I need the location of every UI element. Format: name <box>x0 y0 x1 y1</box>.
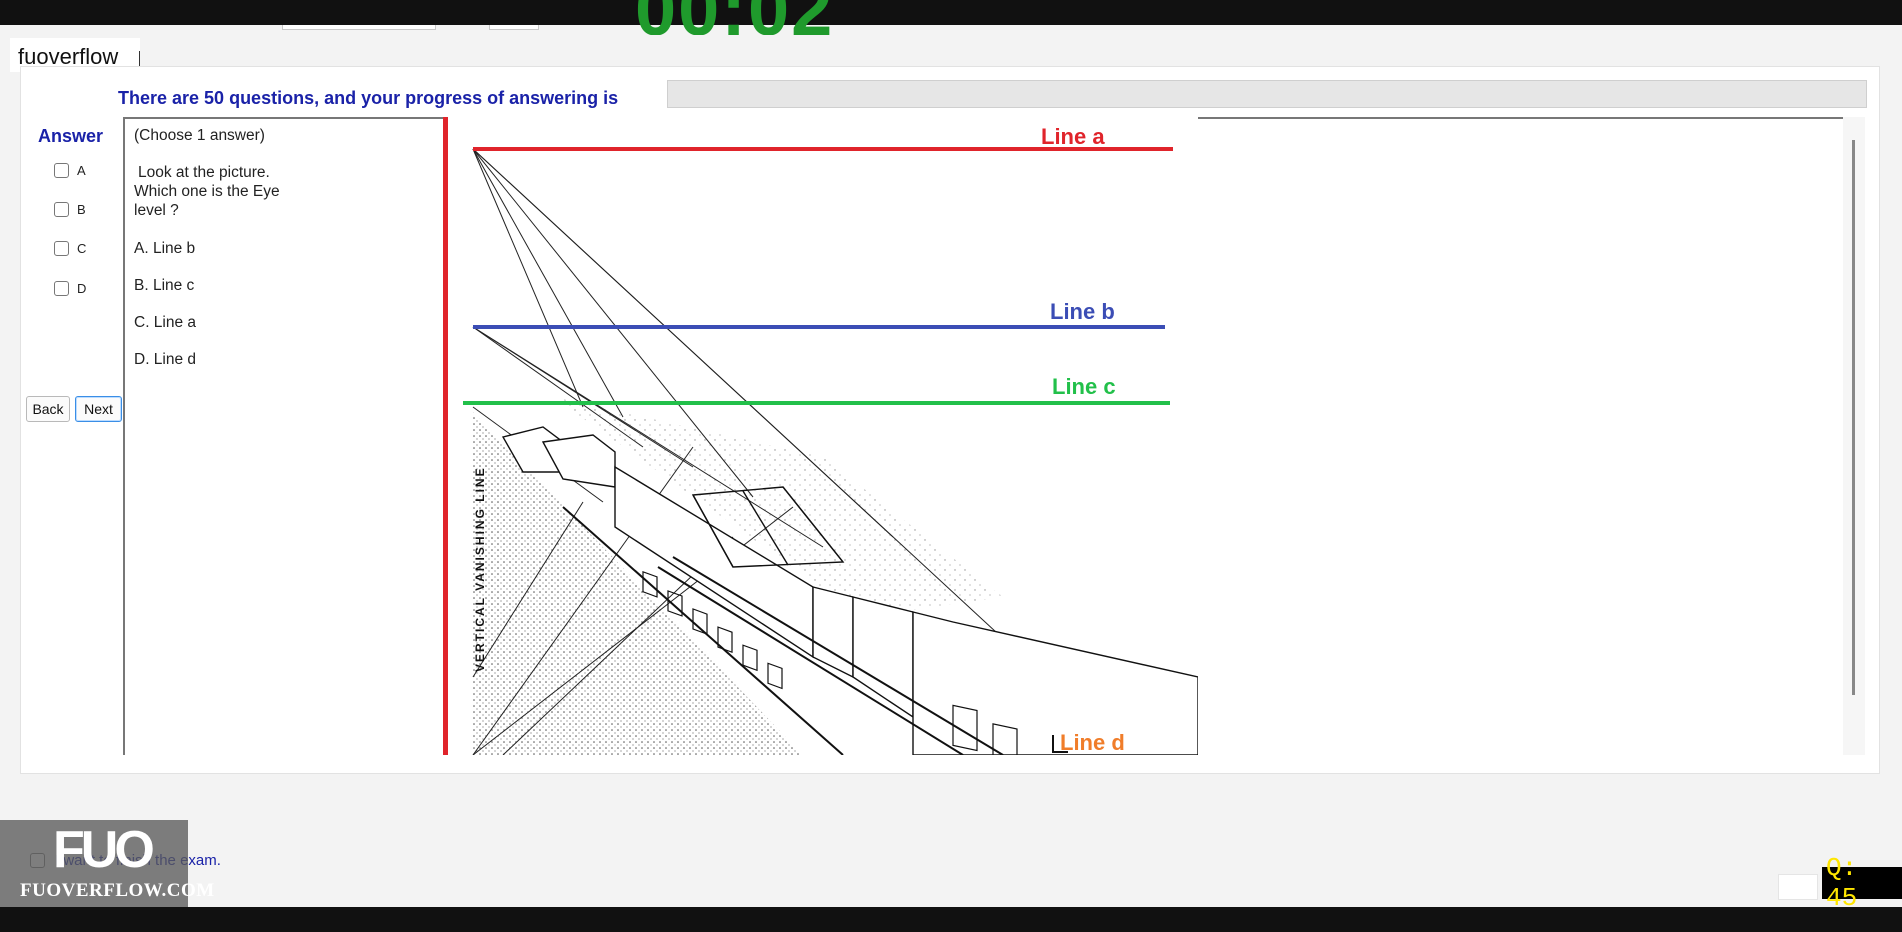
option-d[interactable]: D <box>54 281 86 296</box>
option-c-label: C <box>77 241 87 256</box>
next-button[interactable]: Next <box>75 396 122 422</box>
question-stem-line1: Look at the picture. <box>138 164 270 181</box>
fuoverflow-watermark: FUO FUOVERFLOW.COM <box>0 820 214 907</box>
logo-mark: FUO <box>53 821 155 879</box>
footer-small-box <box>1778 874 1818 900</box>
top-dropdown[interactable] <box>282 25 436 30</box>
option-c-checkbox[interactable] <box>54 241 69 256</box>
progress-label: There are 50 questions, and your progres… <box>118 88 619 108</box>
question-stem-line2: Which one is the Eye <box>134 183 280 200</box>
exam-timer: 00:02 <box>635 0 834 35</box>
question-stem-line3: level ? <box>134 202 179 219</box>
question-picture: Line a Line b Line c Line d VERTICAL VAN… <box>443 117 1198 755</box>
option-d-label: D <box>77 281 87 296</box>
logo-text: FUOVERFLOW.COM <box>20 880 215 901</box>
back-button[interactable]: Back <box>26 396 70 422</box>
option-a-label: A <box>77 163 86 178</box>
line-a-label: Line a <box>1041 124 1105 149</box>
option-a-checkbox[interactable] <box>54 163 69 178</box>
top-small-field[interactable] <box>489 25 539 30</box>
question-instruction: (Choose 1 answer) <box>134 127 265 144</box>
choice-d-text: D. Line d <box>134 351 197 368</box>
option-c[interactable]: C <box>54 241 86 256</box>
answer-title: Answer <box>38 126 104 146</box>
choice-b-text: B. Line c <box>134 277 195 294</box>
option-b-checkbox[interactable] <box>54 202 69 217</box>
line-b-label: Line b <box>1050 299 1115 324</box>
top-black-bar <box>0 0 1902 25</box>
progress-bar <box>667 80 1867 108</box>
choice-c-text: C. Line a <box>134 314 197 331</box>
option-a[interactable]: A <box>54 163 86 178</box>
content-scrollbar-thumb[interactable] <box>1852 140 1855 695</box>
question-counter: Q: 45 <box>1822 853 1902 913</box>
perspective-drawing: Line a Line b Line c Line d VERTICAL VAN… <box>443 117 1198 755</box>
vertical-vanishing-label: VERTICAL VANISHING LINE <box>473 466 487 672</box>
bottom-black-bar <box>0 907 1902 932</box>
line-d-label: Line d <box>1060 730 1125 755</box>
line-c-label: Line c <box>1052 374 1116 399</box>
option-b-label: B <box>77 202 86 217</box>
choice-a-text: A. Line b <box>134 240 196 257</box>
option-d-checkbox[interactable] <box>54 281 69 296</box>
option-b[interactable]: B <box>54 202 86 217</box>
